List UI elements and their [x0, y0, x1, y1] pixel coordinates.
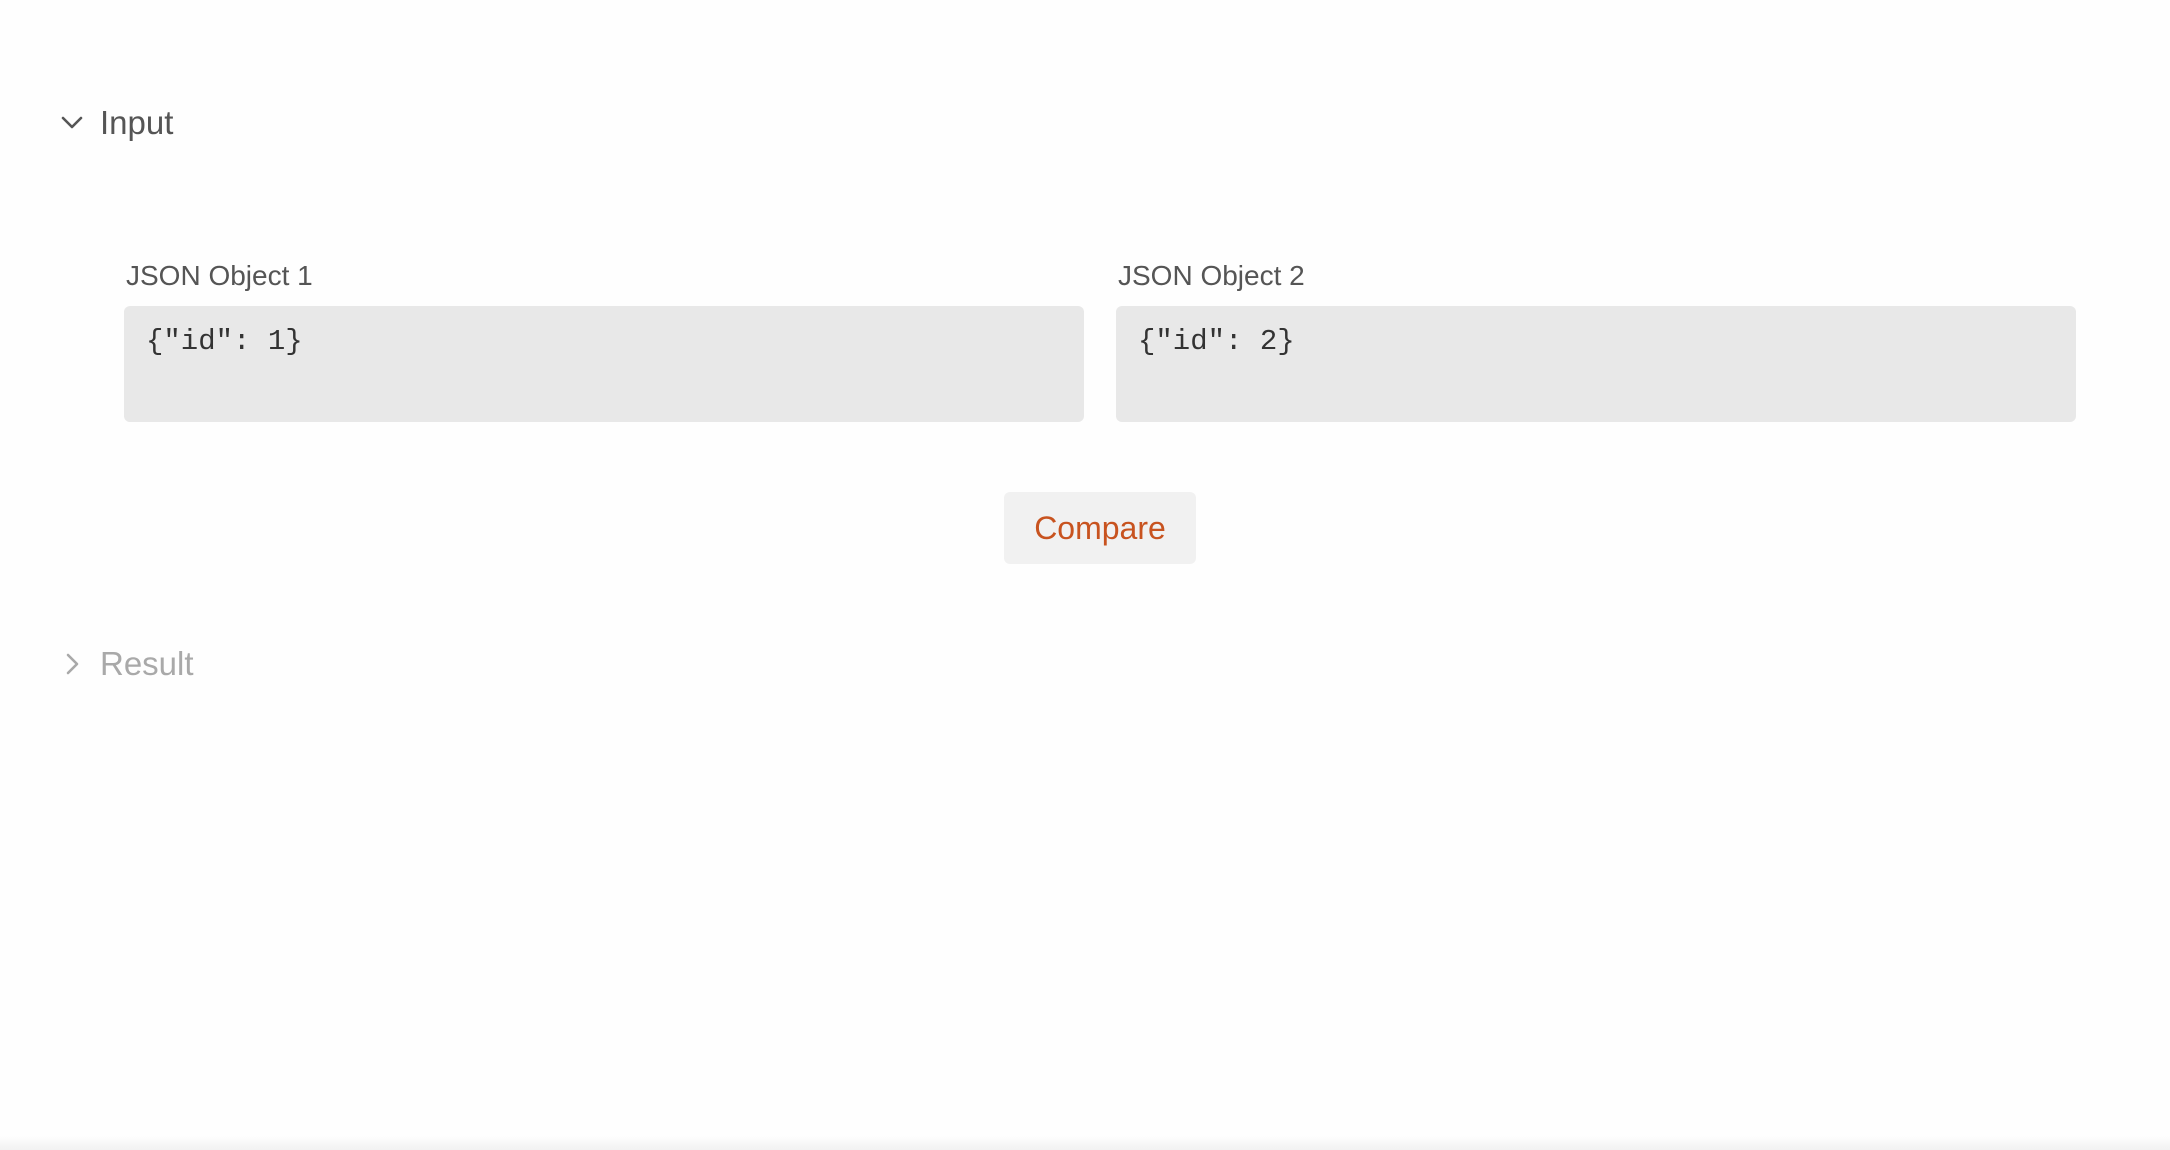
- json-object-1-field: JSON Object 1 {"id": 1}: [124, 258, 1084, 422]
- result-section-header[interactable]: Result: [58, 639, 194, 689]
- bottom-edge-shadow: [0, 1136, 2170, 1150]
- json-object-1-input[interactable]: {"id": 1}: [124, 306, 1084, 422]
- chevron-right-icon: [58, 650, 86, 678]
- input-section-title: Input: [100, 104, 174, 141]
- result-section-title: Result: [100, 645, 194, 682]
- json-object-2-label: JSON Object 2: [1118, 260, 1305, 291]
- json-object-2-field: JSON Object 2 {"id": 2}: [1116, 258, 2076, 422]
- json-object-1-label: JSON Object 1: [126, 260, 313, 291]
- compare-button[interactable]: Compare: [1004, 492, 1196, 564]
- chevron-down-icon: [58, 109, 86, 137]
- json-compare-page: Input JSON Object 1 {"id": 1} JSON Objec…: [0, 0, 2170, 1150]
- input-section-header[interactable]: Input: [58, 98, 173, 148]
- json-object-2-input[interactable]: {"id": 2}: [1116, 306, 2076, 422]
